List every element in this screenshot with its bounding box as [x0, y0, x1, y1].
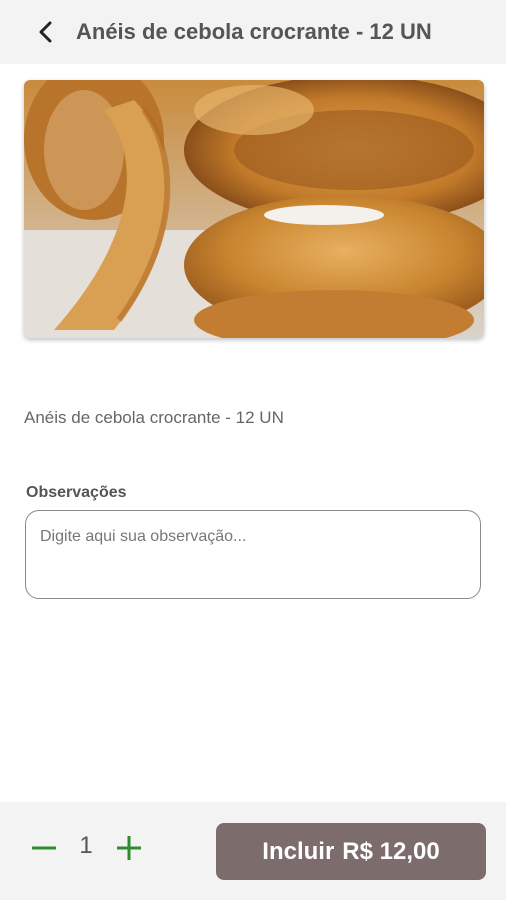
- product-description: Anéis de cebola crocrante - 12 UN: [24, 408, 284, 427]
- page-title: Anéis de cebola crocrante - 12 UN: [76, 19, 432, 44]
- product-detail-screen: Anéis de cebola crocrante - 12 UN Anéis …: [0, 0, 506, 900]
- back-button[interactable]: [26, 12, 66, 52]
- chevron-left-icon: [39, 21, 52, 43]
- onion-rings-photo: [24, 80, 484, 338]
- include-label: Incluir: [262, 837, 335, 865]
- plus-icon: [117, 836, 141, 860]
- observations-label: Observações: [26, 484, 127, 501]
- include-to-cart-button[interactable]: Incluir R$ 12,00: [216, 823, 486, 880]
- observations-input[interactable]: [25, 510, 481, 599]
- include-price: R$ 12,00: [342, 837, 440, 865]
- product-image: [24, 80, 484, 338]
- quantity-value: 1: [79, 832, 93, 859]
- increase-quantity-button[interactable]: [111, 830, 147, 866]
- decrease-quantity-button[interactable]: [26, 830, 62, 866]
- app-header: Anéis de cebola crocrante - 12 UN: [0, 0, 506, 64]
- minus-icon: [32, 846, 56, 850]
- bottom-action-bar: 1 Incluir R$ 12,00: [0, 802, 506, 900]
